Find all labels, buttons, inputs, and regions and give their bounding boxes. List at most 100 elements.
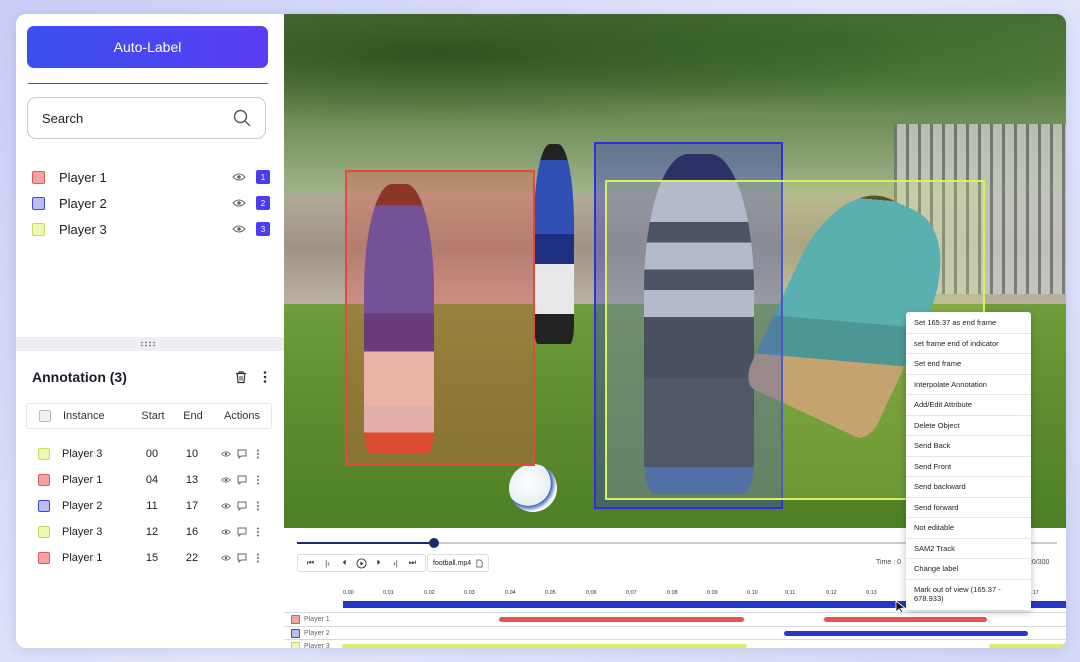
instance-cell: Player 2 (62, 500, 103, 512)
row-color-checkbox[interactable] (38, 552, 50, 564)
tick-label: 0.01 (383, 590, 394, 596)
table-row[interactable]: Player 1 15 22 (26, 545, 272, 571)
table-row[interactable]: Player 3 00 10 (26, 441, 272, 467)
track-segment[interactable] (499, 617, 744, 622)
more-options-icon[interactable] (253, 475, 263, 485)
trash-icon[interactable] (234, 370, 248, 384)
start-cell: 11 (146, 500, 158, 512)
class-name: Player 2 (59, 195, 107, 211)
context-menu-item[interactable]: Set 165.37 as end frame (906, 313, 1031, 334)
context-menu-item[interactable]: Send backward (906, 477, 1031, 498)
eye-icon[interactable] (232, 172, 246, 182)
play-icon[interactable] (353, 555, 370, 571)
comment-icon[interactable] (237, 475, 247, 485)
class-item-player-2[interactable]: Player 2 2 (32, 190, 272, 216)
eye-icon[interactable] (221, 527, 231, 537)
tick-label: 0.04 (505, 590, 516, 596)
row-color-checkbox[interactable] (38, 448, 50, 460)
comment-icon[interactable] (237, 527, 247, 537)
row-color-checkbox[interactable] (38, 474, 50, 486)
first-frame-icon[interactable]: ⏮ (302, 555, 319, 571)
tick-label: 0.06 (586, 590, 597, 596)
context-menu-item[interactable]: Send Back (906, 436, 1031, 457)
context-menu-item[interactable]: Delete Object (906, 416, 1031, 436)
bbox-player-1[interactable] (345, 170, 535, 466)
context-menu-item[interactable]: Mark out of view (165.37 - 678.933) (906, 580, 1031, 609)
eye-icon[interactable] (221, 553, 231, 563)
start-cell: 04 (145, 474, 159, 486)
table-row[interactable]: Player 1 04 13 (26, 467, 272, 493)
timeline-track[interactable]: Player 1 (284, 612, 1066, 625)
next-frame-icon[interactable]: ⏵ (370, 555, 387, 571)
actions-cell (212, 449, 272, 459)
comment-icon[interactable] (237, 449, 247, 459)
scrubber-progress (297, 542, 434, 544)
instance-cell: Player 1 (62, 552, 103, 564)
search-box[interactable] (27, 97, 266, 139)
eye-icon[interactable] (221, 475, 231, 485)
scrubber-handle[interactable] (428, 538, 439, 548)
search-input[interactable] (42, 110, 233, 126)
tick-label: 0.11 (785, 590, 796, 596)
left-panel: Auto-Label Player 1 1 Player 2 2 (16, 14, 284, 648)
last-frame-icon[interactable]: ⏭ (404, 555, 421, 571)
end-cell: 16 (185, 526, 199, 538)
context-menu-item[interactable]: Add/Edit Attribute (906, 395, 1031, 416)
select-all-checkbox[interactable] (39, 410, 51, 422)
tick-label: 0.12 (826, 590, 837, 596)
color-swatch (32, 222, 45, 236)
track-segment[interactable] (784, 630, 1028, 636)
soccer-ball (509, 464, 557, 512)
annotation-table: Instance Start End Actions Player 3 00 1… (26, 403, 272, 571)
search-icon[interactable] (233, 109, 251, 127)
divider (28, 83, 268, 84)
track-segment[interactable] (989, 644, 1066, 648)
instance-cell: Player 3 (62, 526, 103, 538)
more-options-icon[interactable] (258, 370, 272, 384)
context-menu-item[interactable]: Send forward (906, 498, 1031, 518)
step-forward-icon[interactable]: ›| (387, 555, 404, 571)
eye-icon[interactable] (232, 198, 246, 208)
track-name: Player 3 (304, 643, 330, 648)
more-options-icon[interactable] (253, 501, 263, 511)
context-menu-item[interactable]: Not editable (906, 518, 1031, 539)
instance-cell: Player 1 (62, 474, 103, 486)
row-color-checkbox[interactable] (38, 500, 50, 512)
file-icon (476, 559, 483, 567)
eye-icon[interactable] (221, 501, 231, 511)
previous-frame-icon[interactable]: ⏴ (336, 555, 353, 571)
track-segment[interactable] (824, 617, 987, 622)
context-menu-item[interactable]: Interpolate Annotation (906, 375, 1031, 395)
drag-handle-icon[interactable] (140, 341, 156, 347)
eye-icon[interactable] (232, 224, 246, 234)
eye-icon[interactable] (221, 449, 231, 459)
context-menu-item[interactable]: Change label (906, 559, 1031, 580)
table-row[interactable]: Player 2 11 17 (26, 493, 272, 519)
class-item-player-1[interactable]: Player 1 1 (32, 164, 272, 190)
comment-icon[interactable] (237, 501, 247, 511)
context-menu: Set 165.37 as end frame set frame end of … (906, 312, 1031, 610)
step-back-icon[interactable]: |‹ (319, 555, 336, 571)
auto-label-button[interactable]: Auto-Label (27, 26, 268, 68)
timeline-track[interactable]: Player 2 (284, 625, 1066, 639)
table-row[interactable]: Player 3 12 16 (26, 519, 272, 545)
class-item-player-3[interactable]: Player 3 3 (32, 216, 272, 242)
color-swatch (32, 170, 45, 184)
more-options-icon[interactable] (253, 527, 263, 537)
context-menu-item[interactable]: SAM2 Track (906, 539, 1031, 559)
row-color-checkbox[interactable] (38, 526, 50, 538)
file-selector[interactable]: football.mp4 (427, 554, 490, 572)
track-segment[interactable] (342, 644, 747, 648)
context-menu-item[interactable]: set frame end of indicator (906, 334, 1031, 354)
context-menu-item[interactable]: Set end frame (906, 354, 1031, 375)
start-cell: 12 (145, 526, 159, 538)
more-options-icon[interactable] (253, 449, 263, 459)
shortcut-badge: 1 (256, 170, 270, 184)
context-menu-item[interactable]: Send Front (906, 457, 1031, 477)
track-color-swatch (291, 628, 300, 638)
actions-cell (212, 553, 272, 563)
timeline-track[interactable]: Player 3 (284, 639, 1066, 648)
panel-splitter[interactable] (16, 337, 284, 351)
comment-icon[interactable] (237, 553, 247, 563)
more-options-icon[interactable] (253, 553, 263, 563)
